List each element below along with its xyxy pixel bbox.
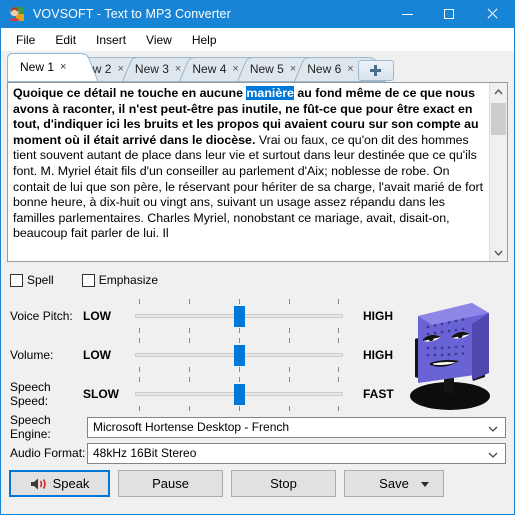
spell-checkbox-group[interactable]: Spell [10,273,54,287]
volume-label: Volume: [10,347,54,362]
emphasize-checkbox-group[interactable]: Emphasize [81,273,159,287]
slider-thumb[interactable] [234,305,245,327]
tab-close-icon[interactable]: × [347,57,353,82]
pause-button-label: Pause [152,476,189,491]
tab-close-icon[interactable]: × [117,57,123,82]
minimize-icon [401,13,413,15]
speech-speed-min-label: SLOW [83,386,119,401]
tab-label: New 3 [134,62,169,76]
chevron-down-icon[interactable] [490,244,507,261]
close-icon [486,8,498,20]
editor-bold-part-1: Quoique ce détail ne touche en aucune [13,86,247,100]
emphasize-label: Emphasize [98,273,159,287]
slider-ticks-top [135,337,345,343]
tab-new-4[interactable]: New 4 × [179,57,272,82]
maximize-button[interactable] [428,0,470,28]
speech-engine-row: Speech Engine: Microsoft Hortense Deskto… [1,413,514,441]
tab-close-icon[interactable]: × [175,57,181,82]
menu-view[interactable]: View [136,31,182,49]
tab-close-icon[interactable]: × [60,53,66,82]
title-bar: VOVSOFT - Text to MP3 Converter [1,0,514,28]
caret-down-icon[interactable] [421,482,429,487]
speech-speed-label: Speech Speed: [10,379,51,408]
chevron-down-icon [488,424,498,434]
voice-pitch-slider[interactable] [135,297,345,335]
slider-ticks-bottom [135,366,345,372]
text-editor-content[interactable]: Quoique ce détail ne touche en aucune ma… [8,83,489,261]
tab-label: New 6 [307,62,342,76]
tab-label: New 4 [192,62,227,76]
action-button-bar: Speak Pause Stop Save [1,465,514,497]
save-button[interactable]: Save [344,470,444,497]
vovsoft-app-icon [9,6,25,22]
voice-pitch-min-label: LOW [83,308,111,323]
audio-format-value: 48kHz 16Bit Stereo [93,446,197,460]
add-tab-button[interactable] [357,60,394,81]
tab-label: New 1 [20,60,55,74]
stop-button-label: Stop [270,476,297,491]
plus-icon [370,65,382,76]
slider-ticks-top [135,298,345,304]
tab-close-icon[interactable]: × [290,57,296,82]
audio-format-select[interactable]: 48kHz 16Bit Stereo [87,442,506,464]
volume-slider[interactable] [135,336,345,374]
speech-speed-slider[interactable] [135,375,345,413]
editor-normal-part: Vrai ou faux, ce qu'on dit des hommes ti… [13,132,484,241]
volume-min-label: LOW [83,347,111,362]
voice-pitch-max-label: HIGH [363,308,393,323]
editor-vertical-scrollbar[interactable] [489,83,507,261]
tab-new-3[interactable]: New 3 × [121,57,214,82]
speech-engine-value: Microsoft Hortense Desktop - French [93,420,290,434]
menu-bar: File Edit Insert View Help [1,28,514,52]
slider-ticks-top [135,376,345,382]
speaker-icon [30,477,47,491]
speech-engine-label: Speech Engine: [10,413,51,441]
options-row: Spell Emphasize [10,271,514,289]
editor-selected-word: manière [246,86,294,100]
slider-thumb[interactable] [234,383,245,405]
slider-thumb[interactable] [234,344,245,366]
close-button[interactable] [470,0,514,28]
tab-label: New 5 [249,62,284,76]
tab-new-5[interactable]: New 5 × [236,57,329,82]
spell-checkbox[interactable] [10,273,23,287]
voice-pitch-label: Voice Pitch: [10,308,73,323]
chevron-up-icon[interactable] [490,83,507,100]
speak-button[interactable]: Speak [9,470,110,497]
menu-edit[interactable]: Edit [45,31,86,49]
microphone-mascot [397,295,502,413]
stop-button[interactable]: Stop [231,470,336,497]
tab-strip: New 1 × New 2 × New 3 × New 4 × New 5 × … [1,52,514,82]
window-controls [386,0,514,28]
speech-speed-max-label: FAST [363,386,394,401]
window-title: VOVSOFT - Text to MP3 Converter [33,7,231,21]
speech-engine-select[interactable]: Microsoft Hortense Desktop - French [87,416,506,438]
text-editor-pane[interactable]: Quoique ce détail ne touche en aucune ma… [7,82,508,262]
sliders-section: Voice Pitch: LOW HIGH Volume: LOW HIGH S… [1,289,514,413]
volume-max-label: HIGH [363,347,393,362]
save-button-label: Save [379,476,409,491]
minimize-button[interactable] [386,0,428,28]
menu-file[interactable]: File [6,31,45,49]
slider-ticks-bottom [135,405,345,411]
audio-format-label: Audio Format: [10,446,86,460]
speak-button-label: Speak [52,476,90,491]
slider-ticks-bottom [135,327,345,333]
menu-insert[interactable]: Insert [86,31,136,49]
tab-new-1[interactable]: New 1 × [7,53,99,82]
audio-format-row: Audio Format: 48kHz 16Bit Stereo [1,441,514,465]
chevron-down-icon [488,450,498,460]
scrollbar-thumb[interactable] [491,103,506,135]
app-window: VOVSOFT - Text to MP3 Converter File Edi… [0,0,515,515]
menu-help[interactable]: Help [182,31,227,49]
maximize-icon [444,9,454,19]
emphasize-checkbox[interactable] [81,273,95,287]
tab-close-icon[interactable]: × [232,57,238,82]
spell-label: Spell [27,273,54,287]
tab-new-6[interactable]: New 6 × [294,57,387,82]
pause-button[interactable]: Pause [118,470,223,497]
